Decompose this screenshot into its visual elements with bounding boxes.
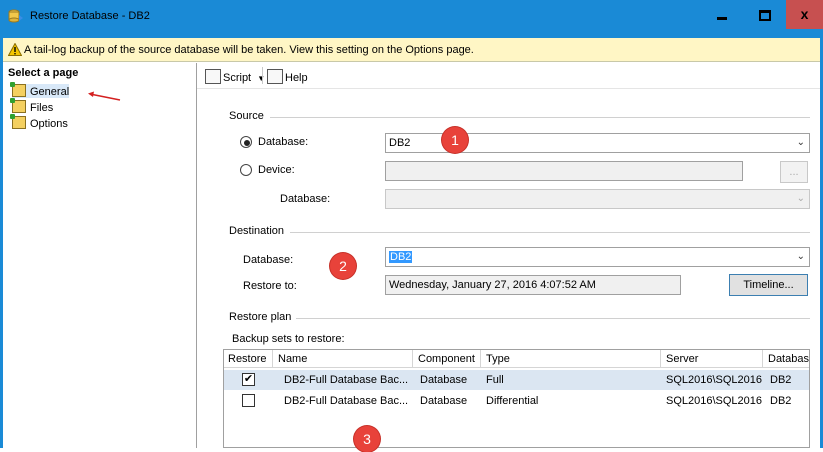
- destination-database-label: Database:: [243, 254, 294, 266]
- source-database-value: DB2: [389, 137, 411, 149]
- page-wrench-icon: [10, 114, 26, 129]
- sidebar-item-label: Files: [30, 102, 54, 114]
- restore-to-field[interactable]: Wednesday, January 27, 2016 4:07:52 AM: [385, 275, 681, 295]
- device-path-field[interactable]: [385, 161, 743, 181]
- maximize-button[interactable]: [743, 0, 786, 29]
- page-wrench-icon: [10, 82, 26, 97]
- restore-checkbox[interactable]: ✔: [242, 373, 255, 386]
- restore-checkbox[interactable]: [242, 394, 255, 407]
- backup-name-cell: DB2-Full Database Bac...: [284, 395, 409, 407]
- server-cell: SQL2016\SQL2016: [666, 395, 762, 407]
- annotation-badge-1: 1: [442, 127, 468, 153]
- sidebar-item-files[interactable]: Files: [10, 98, 54, 114]
- type-cell: Differential: [486, 395, 539, 407]
- column-header-component[interactable]: Component: [414, 350, 481, 368]
- annotation-badge-2: 2: [330, 253, 356, 279]
- destination-database-combo[interactable]: DB2 ⌄: [385, 247, 810, 267]
- script-icon: [205, 69, 221, 84]
- radio-selected-dot: [244, 140, 250, 146]
- device-database-combo[interactable]: ⌄: [385, 189, 810, 209]
- database-radio-label: Database:: [258, 136, 309, 148]
- column-header-restore[interactable]: Restore: [224, 350, 273, 368]
- help-icon: [267, 69, 283, 84]
- help-button[interactable]: Help: [267, 69, 308, 84]
- select-page-heading: Select a page: [8, 67, 79, 79]
- restore-to-label: Restore to:: [243, 280, 297, 292]
- minimize-button[interactable]: [700, 0, 743, 29]
- device-database-label: Database:: [280, 193, 331, 205]
- table-row[interactable]: DB2-Full Database Bac... Database Differ…: [224, 391, 809, 411]
- sidebar-item-general[interactable]: General: [10, 82, 70, 98]
- sidebar-item-label: General: [30, 86, 70, 98]
- type-cell: Full: [486, 374, 504, 386]
- sidebar-item-label: Options: [30, 118, 68, 130]
- sidebar-item-options[interactable]: Options: [10, 114, 68, 130]
- backup-sets-grid: Restore Name Component Type Server Datab…: [223, 349, 810, 448]
- source-group-header: Source: [229, 110, 264, 122]
- destination-database-value: DB2: [389, 251, 413, 263]
- database-cell: DB2: [770, 395, 792, 407]
- table-row[interactable]: ✔ DB2-Full Database Bac... Database Full…: [224, 370, 809, 390]
- backup-sets-label: Backup sets to restore:: [232, 333, 345, 345]
- chevron-down-icon[interactable]: ⌄: [797, 248, 805, 266]
- component-cell: Database: [420, 395, 468, 407]
- toolbar-separator: [262, 67, 263, 84]
- device-radio-label: Device:: [258, 164, 295, 176]
- script-label: Script: [223, 72, 252, 84]
- minimize-icon: [716, 16, 727, 20]
- restore-plan-group-line: [296, 318, 810, 319]
- annotation-badge-3: 3: [354, 426, 380, 452]
- maximize-icon: [758, 9, 771, 21]
- restore-plan-group-header: Restore plan: [229, 311, 292, 323]
- help-label: Help: [285, 72, 308, 84]
- column-header-database[interactable]: Database: [764, 350, 809, 368]
- warning-icon: [8, 43, 22, 56]
- source-group-line: [270, 117, 810, 118]
- close-button[interactable]: x: [786, 0, 823, 29]
- device-radio[interactable]: [240, 164, 252, 176]
- database-cell: DB2: [770, 374, 792, 386]
- grid-header: Restore Name Component Type Server Datab…: [224, 350, 809, 368]
- page-wrench-icon: [10, 98, 26, 113]
- column-header-server[interactable]: Server: [662, 350, 763, 368]
- device-browse-button[interactable]: ...: [780, 161, 808, 183]
- database-radio[interactable]: [240, 136, 252, 148]
- script-button[interactable]: Script ▼: [205, 69, 265, 84]
- component-cell: Database: [420, 374, 468, 386]
- column-header-name[interactable]: Name: [274, 350, 413, 368]
- close-icon: x: [800, 6, 809, 22]
- server-cell: SQL2016\SQL2016: [666, 374, 762, 386]
- backup-name-cell: DB2-Full Database Bac...: [284, 374, 409, 386]
- destination-group-line: [290, 232, 810, 233]
- column-header-type[interactable]: Type: [482, 350, 661, 368]
- timeline-button[interactable]: Timeline...: [729, 274, 808, 296]
- chevron-down-icon[interactable]: ⌄: [797, 134, 805, 152]
- red-arrow-annotation: [88, 91, 121, 101]
- window-title: Restore Database - DB2: [30, 10, 150, 22]
- database-restore-icon: [8, 9, 23, 23]
- tail-log-warning-text: A tail-log backup of the source database…: [24, 44, 474, 56]
- chevron-down-icon[interactable]: ⌄: [797, 190, 805, 208]
- destination-group-header: Destination: [229, 225, 285, 237]
